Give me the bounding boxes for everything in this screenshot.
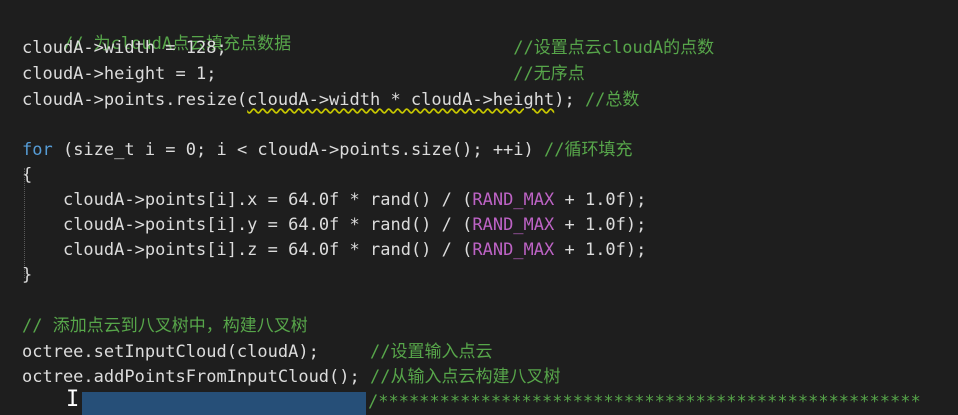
code-padding	[216, 64, 513, 84]
code-line-4: cloudA->points.resize(cloudA->width * cl…	[22, 88, 639, 112]
code-line-15: octree.addPointsFromInputCloud(); //从输入点…	[22, 365, 560, 389]
text-selection[interactable]	[82, 392, 366, 415]
code-line-2: cloudA->width = 128; //设置点云cloudA的点数	[22, 36, 714, 60]
code-line-3: cloudA->height = 1; //无序点	[22, 62, 585, 86]
code-line-11: }	[22, 263, 32, 287]
code-line-13: // 添加点云到八叉树中，构建八叉树	[22, 314, 308, 338]
code-line-16: /***************************************…	[368, 390, 921, 414]
code-line-14: octree.setInputCloud(cloudA); //设置输入点云	[22, 340, 492, 364]
comment: //总数	[584, 90, 640, 110]
code-line-8: cloudA->points[i].x = 64.0f * rand() / (…	[22, 188, 646, 212]
code-padding	[227, 38, 514, 58]
macro-name: RAND_MAX	[472, 240, 555, 260]
code-text: (size_t i = 0; i < cloudA->points.size()…	[52, 140, 544, 160]
code-text: + 1.0f);	[554, 215, 647, 235]
code-text: );	[554, 90, 585, 110]
comment: // 添加点云到八叉树中，构建八叉树	[22, 316, 308, 336]
squiggle-text: cloudA->width * cloudA->height	[247, 90, 555, 110]
code-text: cloudA->height = 1;	[22, 64, 217, 84]
comment: //从输入点云构建八叉树	[370, 367, 561, 387]
code-padding	[319, 342, 370, 362]
macro-name: RAND_MAX	[472, 190, 555, 210]
code-editor[interactable]: // 为cloudA点云填充点数据 cloudA->width = 128; /…	[0, 0, 958, 415]
code-text: }	[22, 265, 33, 285]
comment: //设置输入点云	[370, 342, 493, 362]
code-text: cloudA->points[i].x = 64.0f * rand() / (	[62, 190, 473, 210]
code-text: octree.addPointsFromInputCloud();	[22, 367, 370, 387]
keyword-for: for	[22, 140, 53, 160]
comment: //循环填充	[544, 140, 633, 160]
comment: //设置点云cloudA的点数	[513, 38, 715, 58]
macro-name: RAND_MAX	[472, 215, 555, 235]
code-line-10: cloudA->points[i].z = 64.0f * rand() / (…	[22, 238, 646, 262]
code-text: cloudA->points[i].z = 64.0f * rand() / (	[62, 240, 473, 260]
code-line-1: // 为cloudA点云填充点数据	[22, 8, 291, 54]
code-text: octree.setInputCloud(cloudA);	[22, 342, 319, 362]
code-text: + 1.0f);	[554, 240, 647, 260]
code-line-9: cloudA->points[i].y = 64.0f * rand() / (…	[22, 213, 646, 237]
code-text: cloudA->width = 128;	[22, 38, 227, 58]
comment: /***************************************…	[368, 392, 921, 412]
code-text: cloudA->points.resize(	[22, 90, 248, 110]
comment: //无序点	[513, 64, 585, 84]
code-text: cloudA->points[i].y = 64.0f * rand() / (	[62, 215, 473, 235]
code-line-6: for (size_t i = 0; i < cloudA->points.si…	[22, 138, 632, 162]
code-text: + 1.0f);	[554, 190, 647, 210]
text-cursor-icon: I	[66, 387, 80, 412]
